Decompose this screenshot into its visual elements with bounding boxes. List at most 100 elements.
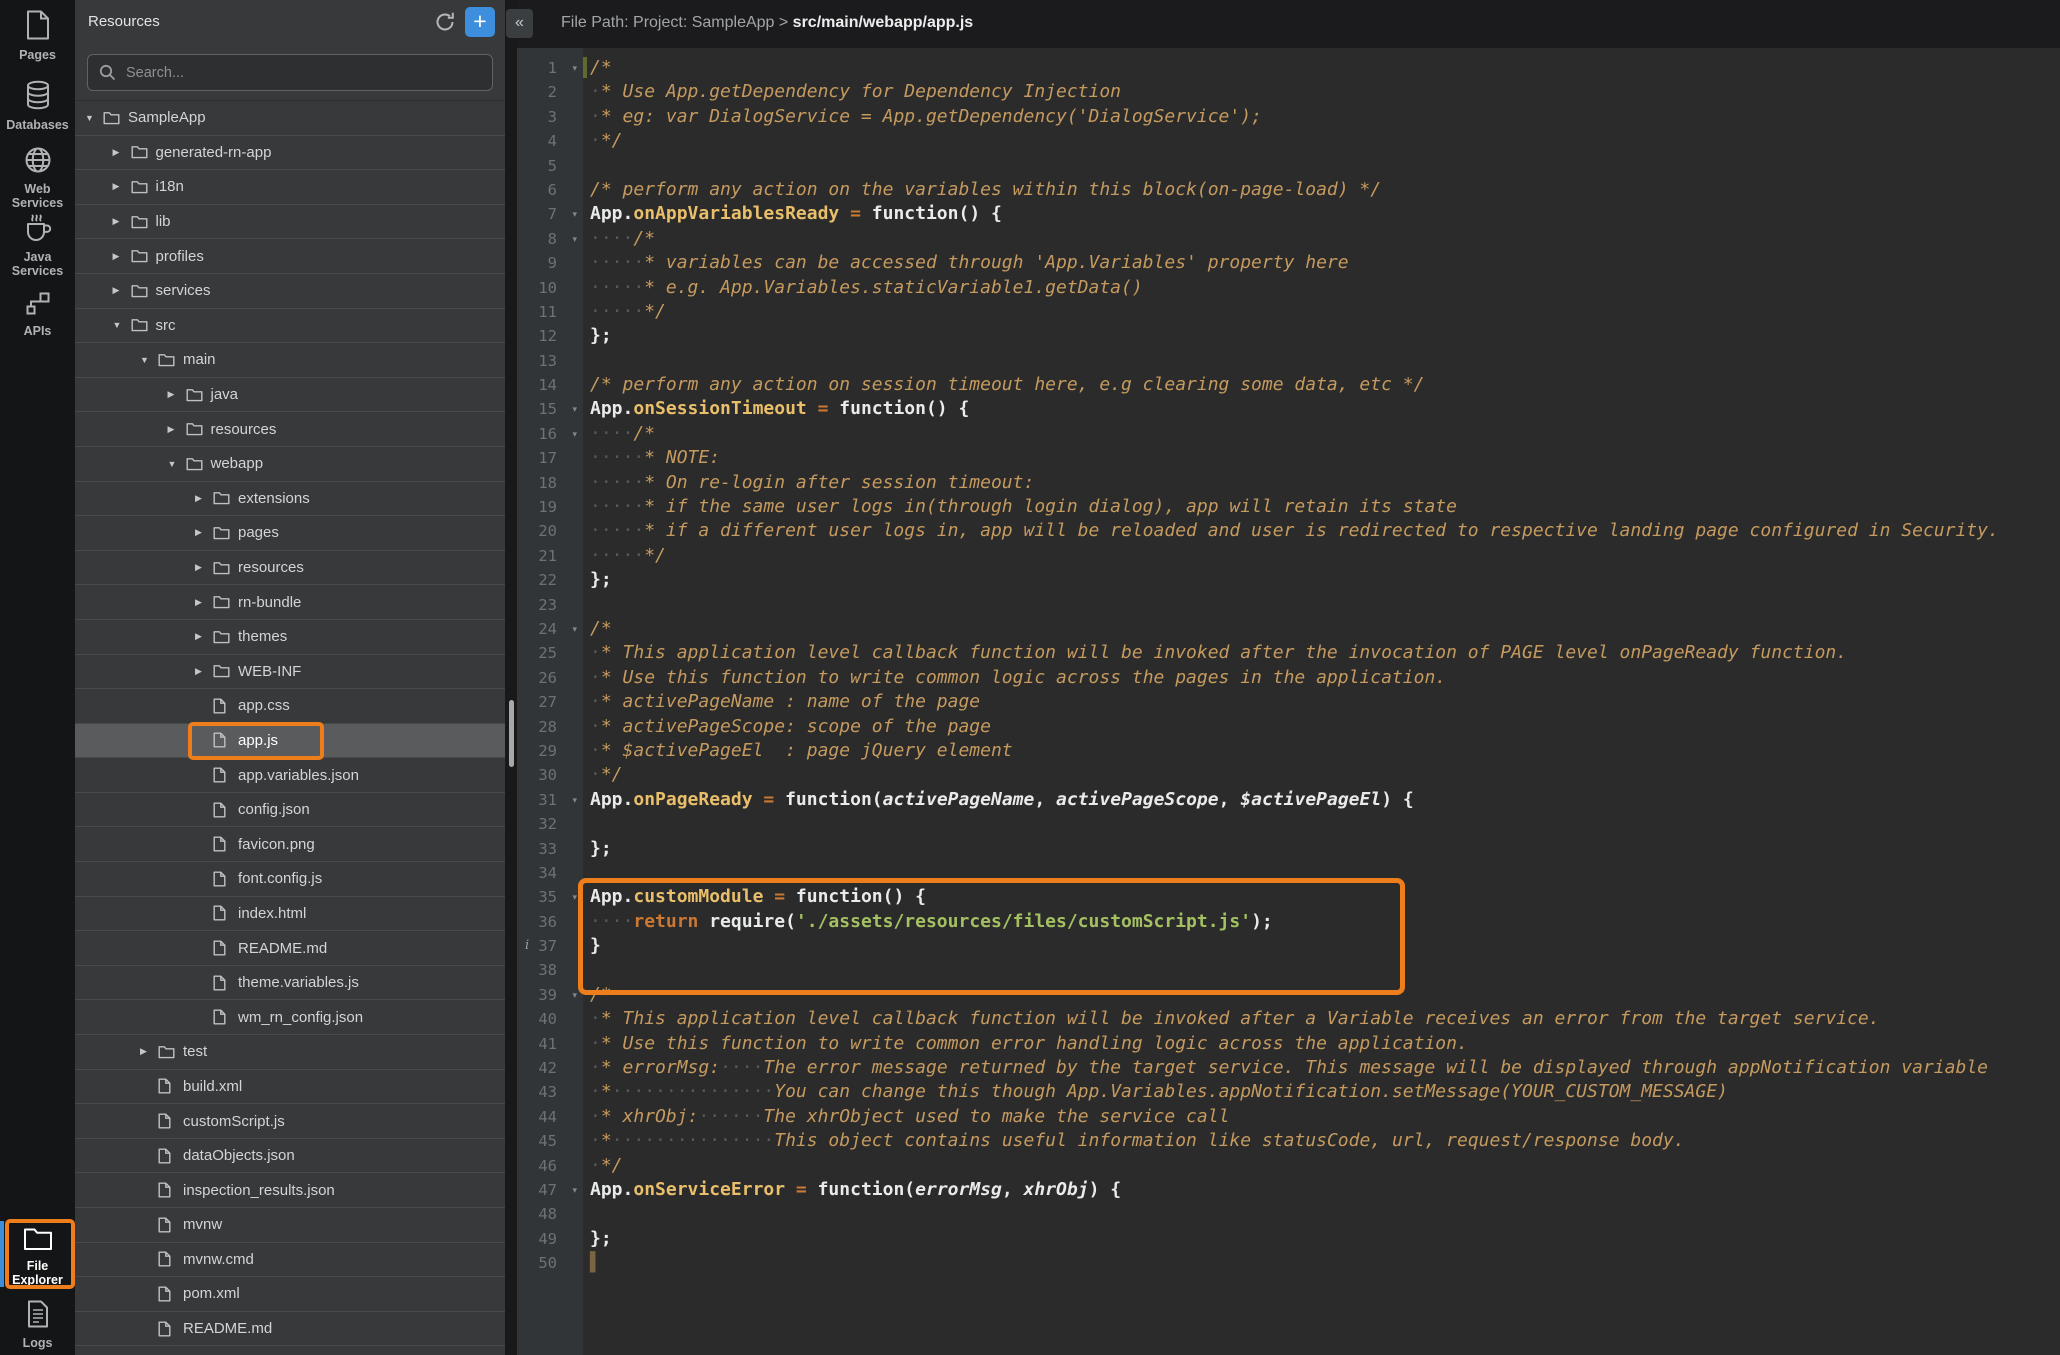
tree-row-app.variables.json[interactable]: app.variables.json [75, 758, 505, 793]
chevron-collapsed-icon[interactable]: ▶ [113, 147, 131, 158]
fold-arrow-icon[interactable]: ▾ [572, 885, 577, 909]
chevron-collapsed-icon[interactable]: ▶ [113, 285, 131, 296]
chevron-collapsed-icon[interactable]: ▶ [195, 562, 213, 573]
chevron-collapsed-icon[interactable]: ▶ [113, 216, 131, 227]
code-line: App.onSessionTimeout = function() { [583, 397, 2060, 421]
tree-row-resources[interactable]: ▶resources [75, 551, 505, 586]
tree-row-app.css[interactable]: app.css [75, 689, 505, 724]
tree-row-webapp[interactable]: ▼webapp [75, 447, 505, 482]
rail-item-logs[interactable]: Logs [0, 1300, 75, 1350]
tree-row-mvnw.cmd[interactable]: mvnw.cmd [75, 1243, 505, 1278]
chevron-expanded-icon[interactable]: ▼ [85, 113, 103, 123]
tree-row-config.json[interactable]: config.json [75, 793, 505, 828]
tree-row-rn-bundle[interactable]: ▶rn-bundle [75, 585, 505, 620]
tree-row-README.md[interactable]: README.md [75, 1312, 505, 1347]
tree-row-index.html[interactable]: index.html [75, 897, 505, 932]
tree-row-services[interactable]: ▶services [75, 274, 505, 309]
tree-row-test[interactable]: ▶test [75, 1035, 505, 1070]
fold-arrow-icon[interactable]: ▾ [572, 788, 577, 812]
chevron-expanded-icon[interactable]: ▼ [113, 320, 131, 330]
tree-row-mvnw[interactable]: mvnw [75, 1208, 505, 1243]
tree-row-resources[interactable]: ▶resources [75, 412, 505, 447]
rail-item-web-services[interactable]: Web Services [0, 146, 75, 210]
chevron-collapsed-icon[interactable]: ▶ [140, 1046, 158, 1057]
chevron-collapsed-icon[interactable]: ▶ [168, 424, 186, 435]
chevron-collapsed-icon[interactable]: ▶ [195, 527, 213, 538]
fold-arrow-icon[interactable]: ▾ [572, 983, 577, 1007]
fold-arrow-icon[interactable]: ▾ [572, 227, 577, 251]
file-icon [158, 1286, 183, 1302]
breadcrumb: File Path: Project: SampleApp > src/main… [561, 14, 973, 32]
rail-item-apis[interactable]: APIs [0, 290, 75, 338]
tree-row-extensions[interactable]: ▶extensions [75, 482, 505, 517]
add-resource-button[interactable]: + [465, 7, 495, 37]
tree-row-SampleApp[interactable]: ▼SampleApp [75, 101, 505, 136]
fold-arrow-icon[interactable]: ▾ [572, 56, 577, 80]
tree-row-pom.xml[interactable]: pom.xml [75, 1277, 505, 1312]
line-number: 9 [517, 251, 583, 275]
panel-title: Resources [88, 13, 160, 30]
chevron-collapsed-icon[interactable]: ▶ [195, 493, 213, 504]
chevron-collapsed-icon[interactable]: ▶ [113, 181, 131, 192]
tree-row-generated-rn-app[interactable]: ▶generated-rn-app [75, 136, 505, 171]
file-icon [213, 1009, 238, 1025]
fold-arrow-icon[interactable]: ▾ [572, 617, 577, 641]
tree-row-customScript.js[interactable]: customScript.js [75, 1104, 505, 1139]
tree-row-src[interactable]: ▼src [75, 309, 505, 344]
code-line: App.onServiceError = function(errorMsg, … [583, 1178, 2060, 1202]
tree-row-README.md[interactable]: README.md [75, 931, 505, 966]
search-input[interactable] [124, 57, 483, 89]
tree-row-pages[interactable]: ▶pages [75, 516, 505, 551]
tree-row-WEB-INF[interactable]: ▶WEB-INF [75, 655, 505, 690]
gutter-line: 26 [517, 666, 583, 690]
tree-row-profiles[interactable]: ▶profiles [75, 239, 505, 274]
rail-item-databases[interactable]: Databases [0, 80, 75, 132]
file-icon [213, 836, 238, 852]
code-line: ·* This application level callback funct… [583, 1007, 2060, 1031]
code-line: ·····* NOTE: [583, 446, 2060, 470]
chevron-expanded-icon[interactable]: ▼ [140, 355, 158, 365]
fold-arrow-icon[interactable]: ▾ [572, 422, 577, 446]
tree-row-app.js[interactable]: app.js [75, 724, 505, 759]
tree-item-label: main [183, 351, 216, 368]
refresh-icon[interactable] [433, 10, 459, 36]
line-number: 2 [517, 80, 583, 104]
collapse-panel-icon[interactable]: « [506, 9, 533, 38]
gutter-line: 8▾ [517, 227, 583, 251]
rail-item-file-explorer[interactable]: File Explorer [0, 1227, 75, 1287]
chevron-expanded-icon[interactable]: ▼ [168, 459, 186, 469]
chevron-collapsed-icon[interactable]: ▶ [195, 631, 213, 642]
rail-item-java-services[interactable]: Java Services [0, 212, 75, 278]
gutter-line: 7▾ [517, 202, 583, 226]
code-line: ·* Use App.getDependency for Dependency … [583, 80, 2060, 104]
chevron-collapsed-icon[interactable]: ▶ [168, 389, 186, 400]
tree-row-favicon.png[interactable]: favicon.png [75, 827, 505, 862]
tree-row-theme.variables.js[interactable]: theme.variables.js [75, 966, 505, 1001]
rail-item-pages[interactable]: Pages [0, 10, 75, 62]
tree-row-java[interactable]: ▶java [75, 378, 505, 413]
panel-scrollbar-thumb[interactable] [509, 700, 514, 767]
folder-icon [158, 353, 183, 367]
code-text-area[interactable]: /*·* Use App.getDependency for Dependenc… [583, 48, 2060, 1355]
tree-row-lib[interactable]: ▶lib [75, 205, 505, 240]
chevron-collapsed-icon[interactable]: ▶ [195, 597, 213, 608]
folder-icon [213, 664, 238, 678]
fold-arrow-icon[interactable]: ▾ [572, 397, 577, 421]
tree-row-i18n[interactable]: ▶i18n [75, 170, 505, 205]
tree-row-font.config.js[interactable]: font.config.js [75, 862, 505, 897]
tree-row-inspection_results.json[interactable]: inspection_results.json [75, 1173, 505, 1208]
tree-row-wm_rn_config.json[interactable]: wm_rn_config.json [75, 1000, 505, 1035]
tree-row-main[interactable]: ▼ main [75, 343, 505, 378]
chevron-collapsed-icon[interactable]: ▶ [195, 666, 213, 677]
tree-row-themes[interactable]: ▶themes [75, 620, 505, 655]
gutter-line: 24▾ [517, 617, 583, 641]
chevron-collapsed-icon[interactable]: ▶ [113, 251, 131, 262]
code-line: ·* eg: var DialogService = App.getDepend… [583, 105, 2060, 129]
fold-arrow-icon[interactable]: ▾ [572, 202, 577, 226]
file-icon [158, 1182, 183, 1198]
code-line [583, 593, 2060, 617]
tree-row-dataObjects.json[interactable]: dataObjects.json [75, 1139, 505, 1174]
fold-arrow-icon[interactable]: ▾ [572, 1178, 577, 1202]
gutter-line: 41 [517, 1032, 583, 1056]
tree-row-build.xml[interactable]: build.xml [75, 1070, 505, 1105]
